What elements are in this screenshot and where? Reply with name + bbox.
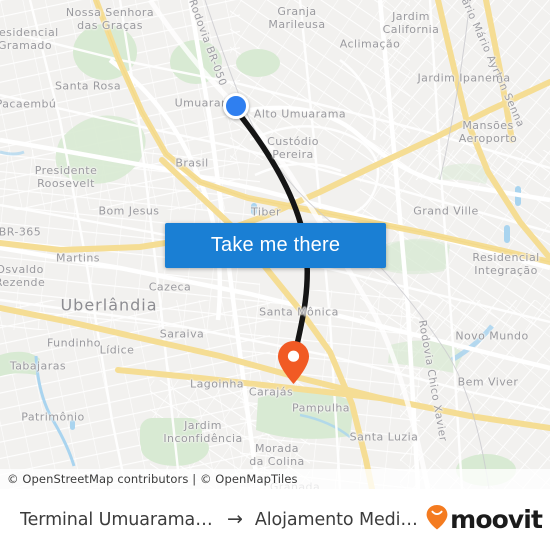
trip-origin-label[interactable]: Terminal Umuarama (Plat… xyxy=(20,510,215,530)
destination-pin[interactable] xyxy=(277,340,310,385)
trip-footer: Terminal Umuarama (Plat… → Alojamento Me… xyxy=(0,489,550,550)
origin-dot[interactable] xyxy=(223,93,249,119)
moovit-wordmark: moovit xyxy=(450,505,543,534)
moovit-pin-icon xyxy=(426,504,448,535)
attribution-text: © OpenStreetMap contributors | © OpenMap… xyxy=(7,472,298,486)
trip-destination-label[interactable]: Alojamento Medico F… xyxy=(255,510,426,530)
arrow-right-icon: → xyxy=(227,508,243,530)
map-canvas[interactable]: Nossa Senhora das Graças Granja Marileusa… xyxy=(0,0,550,489)
moovit-map-screen: Nossa Senhora das Graças Granja Marileusa… xyxy=(0,0,550,550)
map-attribution: © OpenStreetMap contributors | © OpenMap… xyxy=(0,469,550,489)
moovit-logo[interactable]: moovit xyxy=(426,504,543,535)
take-me-there-label: Take me there xyxy=(210,234,341,256)
take-me-there-button[interactable]: Take me there xyxy=(165,223,386,268)
